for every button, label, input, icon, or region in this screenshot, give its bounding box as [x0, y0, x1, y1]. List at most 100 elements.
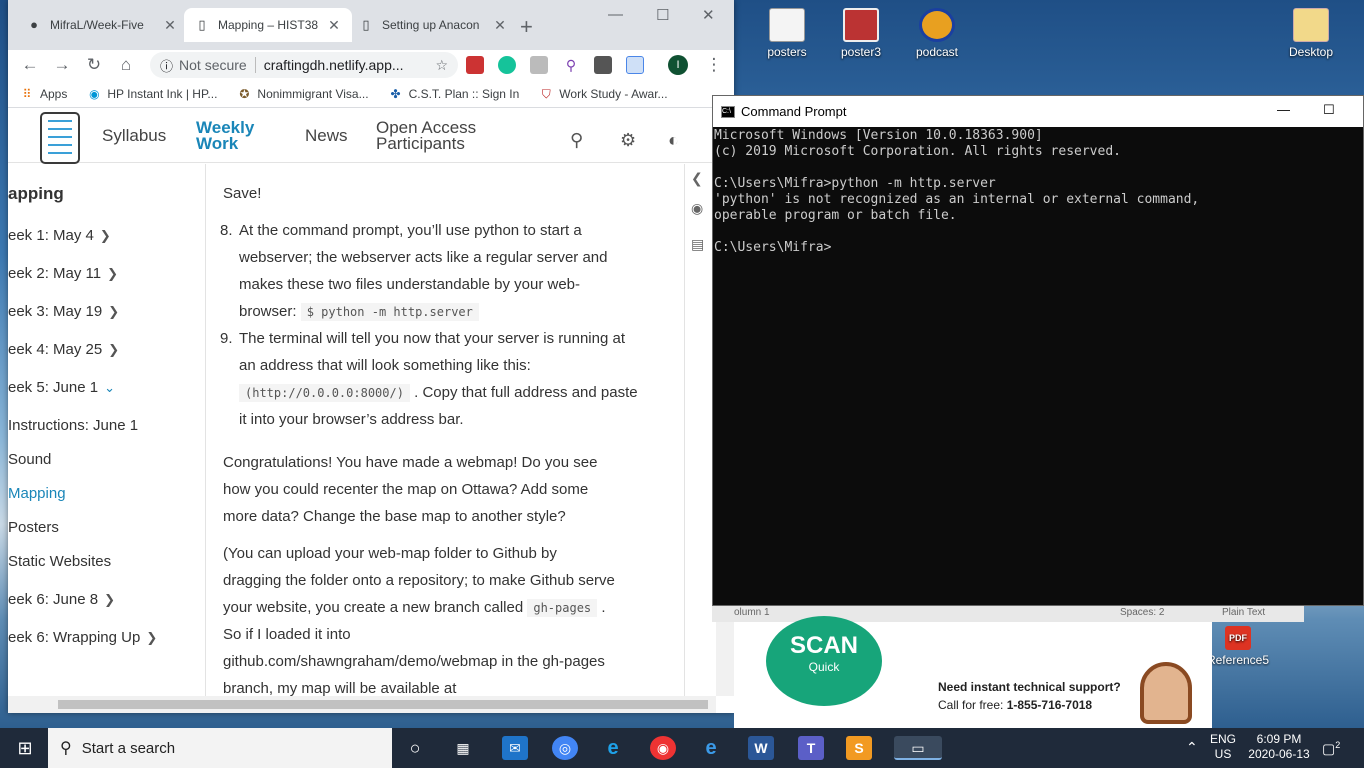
minimize-icon[interactable]: —	[608, 6, 623, 23]
sidebar-item-week5[interactable]: eek 5: June 1 ⌄	[8, 379, 115, 396]
editor-status-syntax[interactable]: Plain Text	[1222, 607, 1265, 618]
editor-status-spaces[interactable]: Spaces: 2	[1120, 607, 1164, 618]
tab-github[interactable]: ● MifraL/Week-Five ✕	[16, 8, 188, 42]
maximize-icon[interactable]: ☐	[656, 6, 669, 24]
sidebar-item-instructions[interactable]: Instructions: June 1	[8, 417, 138, 434]
sidebar-item-posters[interactable]: Posters	[8, 519, 59, 536]
github-icon: ●	[30, 17, 38, 32]
address-bar[interactable]: ⓘ Not secure craftingdh.netlify.app... ☆	[150, 52, 458, 78]
page-icon: ▯	[198, 17, 206, 32]
ie-icon[interactable]: e	[600, 736, 626, 760]
cmd-output[interactable]: Microsoft Windows [Version 10.0.18363.90…	[713, 127, 1363, 256]
windows-start-icon[interactable]: ⊞	[12, 736, 38, 760]
forward-icon[interactable]: →	[46, 55, 78, 75]
bookmark-work-study[interactable]: ⛉ Work Study - Awar...	[539, 87, 668, 101]
tab-mapping[interactable]: ▯ Mapping – HIST38 ✕	[184, 8, 352, 42]
horizontal-scrollbar[interactable]	[8, 696, 716, 713]
desktop-icon-posters[interactable]: posters	[752, 8, 822, 59]
close-icon[interactable]: ✕	[492, 17, 508, 34]
tab-anaconda[interactable]: ▯ Setting up Anacon ✕	[348, 8, 518, 42]
extension-icon[interactable]	[530, 56, 548, 74]
site-logo[interactable]	[40, 112, 80, 164]
audio-app-icon	[919, 8, 955, 42]
sidebar-item-sound[interactable]: Sound	[8, 451, 51, 468]
sidebar-item-static-websites[interactable]: Static Websites	[8, 553, 111, 570]
annotate-icon[interactable]: ▤	[691, 236, 704, 253]
eye-icon[interactable]: ◉	[691, 200, 703, 217]
profile-avatar[interactable]: I	[668, 55, 688, 75]
list-number: 8.	[220, 222, 233, 239]
close-icon[interactable]: ✕	[162, 17, 178, 34]
cmd-icon: C:\	[721, 105, 735, 118]
cortana-icon[interactable]: ○	[402, 736, 428, 760]
step-9-line: it into your browser’s address bar.	[239, 411, 464, 428]
bookmark-cst[interactable]: ✤ C.S.T. Plan :: Sign In	[389, 87, 520, 101]
bookmark-hp[interactable]: ◉ HP Instant Ink | HP...	[87, 87, 217, 101]
sidebar-item-week1[interactable]: eek 1: May 4 ❯	[8, 227, 111, 244]
close-icon[interactable]: ✕	[326, 17, 342, 34]
sidebar-item-mapping[interactable]: Mapping	[8, 485, 66, 502]
back-icon[interactable]: ←	[14, 55, 46, 75]
nav-news[interactable]: News	[305, 127, 348, 144]
nav-syllabus[interactable]: Syllabus	[102, 127, 166, 144]
extension-icon[interactable]	[594, 56, 612, 74]
gear-icon[interactable]: ⚙	[620, 130, 636, 151]
menu-kebab-icon[interactable]: ⋮	[698, 55, 730, 75]
desktop-icon-podcast[interactable]: podcast	[902, 8, 972, 59]
quick-scan-button[interactable]: SCAN Quick	[766, 616, 882, 706]
chromium-icon[interactable]: ◎	[552, 736, 578, 760]
upload-line: dragging the folder onto a repository; t…	[223, 572, 615, 589]
folder-icon	[1293, 8, 1329, 42]
new-tab-button[interactable]: +	[520, 14, 533, 40]
star-icon[interactable]: ☆	[435, 57, 448, 74]
reload-icon[interactable]: ↻	[78, 55, 110, 75]
language-indicator[interactable]: ENG US	[1210, 732, 1236, 762]
cmd-titlebar[interactable]: C:\ Command Prompt — ☐	[713, 96, 1363, 127]
chrome-icon[interactable]: ◉	[650, 736, 676, 760]
scroll-thumb[interactable]	[58, 700, 708, 709]
desktop-icon-desktop[interactable]: Desktop	[1276, 8, 1346, 59]
inline-code: gh-pages	[527, 599, 598, 617]
taskbar-search-box[interactable]: ⚲ Start a search	[48, 728, 392, 768]
task-view-icon[interactable]: ▦	[450, 736, 476, 760]
search-icon[interactable]: ⚲	[570, 130, 583, 151]
sidebar-title: apping	[8, 184, 64, 203]
grammarly-icon[interactable]	[498, 56, 516, 74]
upload-line: So if I loaded it into	[223, 626, 351, 643]
sidebar-item-week2[interactable]: eek 2: May 11 ❯	[8, 265, 118, 282]
nav-weekly-work[interactable]: Weekly Work	[196, 119, 254, 152]
document-icon	[769, 8, 805, 42]
chevron-left-icon[interactable]: ❮	[691, 170, 703, 187]
github-icon[interactable]: ◐	[668, 130, 679, 151]
nav-open-access[interactable]: Open Access Participants	[376, 119, 476, 152]
support-text: Need instant technical support? Call for…	[938, 680, 1121, 712]
close-window-icon[interactable]: ✕	[702, 6, 715, 24]
search-extension-icon[interactable]: ⚲	[562, 56, 580, 74]
page-icon: ▯	[362, 17, 370, 32]
upload-line: github.com/shawngraham/demo/webmap in th…	[223, 653, 605, 670]
sidebar-item-wrapping-up[interactable]: eek 6: Wrapping Up ❯	[8, 629, 157, 646]
sidebar-item-week3[interactable]: eek 3: May 19 ❯	[8, 303, 119, 320]
sublime-icon[interactable]: S	[846, 736, 872, 760]
cmd-taskbar-icon[interactable]: ▭	[894, 736, 942, 760]
sidebar-item-week4[interactable]: eek 4: May 25 ❯	[8, 341, 119, 358]
teams-icon[interactable]: T	[798, 736, 824, 760]
notifications-icon[interactable]: ▢2	[1322, 738, 1340, 757]
mail-icon[interactable]: ✉	[502, 736, 528, 760]
word-icon[interactable]: W	[748, 736, 774, 760]
sidebar-item-week6[interactable]: eek 6: June 8 ❯	[8, 591, 115, 608]
edge-icon[interactable]: e	[698, 736, 724, 760]
extension-icon[interactable]	[466, 56, 484, 74]
command-prompt-window[interactable]: C:\ Command Prompt — ☐ Microsoft Windows…	[712, 95, 1364, 606]
minimize-icon[interactable]: —	[1277, 102, 1290, 117]
step-8-line: At the command prompt, you’ll use python…	[239, 222, 582, 239]
desktop-icon-poster3[interactable]: poster3	[826, 8, 896, 59]
tray-overflow-icon[interactable]: ⌃	[1186, 740, 1198, 755]
bookmark-visa[interactable]: ✪ Nonimmigrant Visa...	[237, 87, 368, 101]
clock[interactable]: 6:09 PM 2020-06-13	[1244, 732, 1314, 762]
docs-icon[interactable]	[626, 56, 644, 74]
bookmark-apps[interactable]: ⠿ Apps	[20, 87, 68, 101]
step-8-line: makes these two files understandable by …	[239, 276, 581, 293]
maximize-icon[interactable]: ☐	[1323, 102, 1335, 118]
home-icon[interactable]: ⌂	[110, 55, 142, 75]
